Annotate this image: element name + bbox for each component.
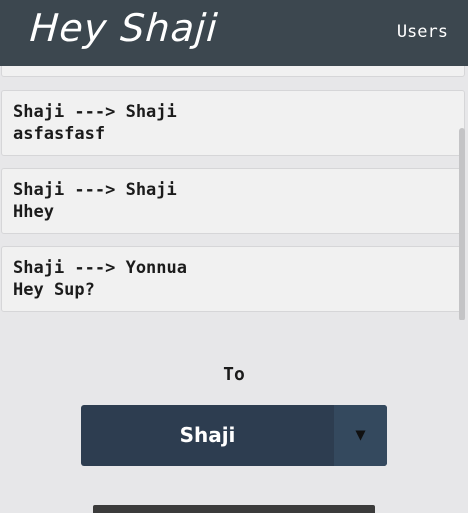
message-card: Shaji ---> Yonnua Hey Sup? xyxy=(1,246,465,312)
message-card: Shaji ---> Shaji Hhey xyxy=(1,168,465,234)
message-list-scrollbar[interactable] xyxy=(459,128,465,320)
message-card: Shaji ---> Shaji asfasfasf xyxy=(1,90,465,156)
message-text: Hhey xyxy=(13,202,54,222)
message-route: Shaji ---> Yonnua xyxy=(13,258,187,278)
message-route: Shaji ---> Shaji xyxy=(13,180,177,200)
message-input-top-edge[interactable] xyxy=(93,505,375,513)
users-link[interactable]: Users xyxy=(397,22,448,42)
message-text: Hey Sup? xyxy=(13,280,95,300)
message-text: asfasfasf xyxy=(13,124,106,144)
app-header: Hey Shaji Users xyxy=(0,0,468,66)
recipient-select-value: Shaji xyxy=(179,423,236,447)
caret-down-icon[interactable]: ▼ xyxy=(334,405,387,466)
message-route: Shaji ---> Shaji xyxy=(13,102,177,122)
to-label: To xyxy=(223,364,245,385)
app-title: Hey Shaji xyxy=(28,6,220,50)
recipient-select[interactable]: Shaji ▼ xyxy=(81,405,387,466)
